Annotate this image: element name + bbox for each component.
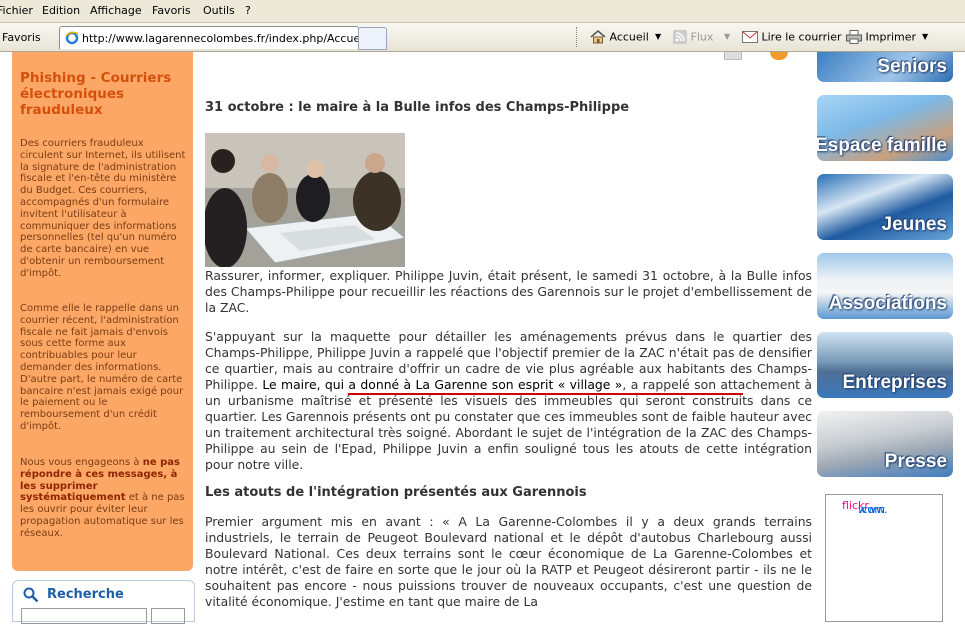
lire-courrier-label: Lire le courrier: [761, 30, 842, 44]
article-paragraph-2: S'appuyant sur la maquette pour détaille…: [205, 329, 812, 473]
nav-espace-famille[interactable]: Espace famille: [817, 95, 953, 161]
article-paragraph-1: Rassurer, informer, expliquer. Philippe …: [205, 268, 812, 315]
article-subtitle: Les atouts de l'intégration présentés au…: [205, 485, 587, 500]
flux-button[interactable]: Flux: [673, 30, 713, 44]
home-icon: [590, 30, 606, 44]
mail-icon: [742, 31, 758, 43]
nav-associations[interactable]: Associations: [817, 253, 953, 319]
sidebar-paragraph-2: Comme elle le rappelle dans un courrier …: [20, 303, 184, 432]
nav-entreprises-label: Entreprises: [842, 372, 947, 393]
search-panel: Recherche: [12, 580, 195, 624]
sidebar-paragraph-1: Des courriers frauduleux circulent sur I…: [20, 138, 186, 279]
menu-help[interactable]: ?: [245, 4, 251, 17]
printer-icon: [846, 30, 862, 44]
search-button[interactable]: [151, 608, 185, 624]
article-paragraph-3: Premier argument mis en avant : « A La G…: [205, 514, 812, 609]
nav-jeunes-label: Jeunes: [881, 214, 947, 235]
sidebar-title[interactable]: Phishing - Courriers électroniques fraud…: [20, 70, 188, 118]
favoris-button[interactable]: Favoris: [2, 31, 41, 44]
browser-toolbar: Favoris http://www.lagarennecolombes.fr/…: [0, 23, 965, 52]
nav-espace-famille-label: Espace famille: [817, 135, 947, 156]
toolbar-separator: [576, 27, 578, 47]
search-input[interactable]: [21, 608, 147, 624]
nav-presse[interactable]: Presse: [817, 411, 953, 477]
tab-url: http://www.lagarennecolombes.fr/index.ph…: [82, 32, 383, 45]
nav-associations-label: Associations: [828, 293, 947, 314]
accueil-dropdown-icon[interactable]: ▼: [655, 32, 661, 41]
ie-icon: [65, 31, 79, 45]
imprimer-button[interactable]: Imprimer: [846, 30, 916, 44]
menu-affichage[interactable]: Affichage: [90, 4, 142, 17]
decorative-tab: [724, 52, 742, 60]
flux-dropdown-icon[interactable]: ▼: [724, 32, 730, 41]
menu-favoris[interactable]: Favoris: [152, 4, 191, 17]
sidebar-paragraph-3: Nous vous engageons à ne pas répondre à …: [20, 457, 188, 540]
flux-label: Flux: [690, 30, 714, 44]
accueil-label: Accueil: [609, 30, 649, 44]
menu-fichier[interactable]: Fichier: [0, 4, 33, 17]
article-title: 31 octobre : le maire à la Bulle infos d…: [205, 100, 630, 115]
nav-jeunes[interactable]: Jeunes: [817, 174, 953, 240]
article-p2-highlight: Le maire, qui a donné à La Garenne son e…: [262, 377, 623, 392]
flickr-c: .com: [858, 503, 885, 516]
nav-seniors-label: Seniors: [877, 56, 947, 77]
search-icon: [23, 587, 39, 603]
menu-outils[interactable]: Outils: [203, 4, 235, 17]
flickr-widget[interactable]: www. flickr .com: [825, 494, 943, 622]
photo-illustration: [205, 133, 405, 267]
nav-entreprises[interactable]: Entreprises: [817, 332, 953, 398]
sidebar-p3-a: Nous vous engageons à: [20, 457, 143, 468]
new-tab-button[interactable]: [358, 27, 387, 50]
imprimer-dropdown-icon[interactable]: ▼: [922, 32, 928, 41]
nav-presse-label: Presse: [884, 451, 947, 472]
search-label: Recherche: [47, 587, 124, 602]
accueil-button[interactable]: Accueil: [590, 30, 649, 44]
browser-tab[interactable]: http://www.lagarennecolombes.fr/index.ph…: [59, 26, 383, 49]
lire-courrier-button[interactable]: Lire le courrier: [742, 30, 842, 44]
menu-edition[interactable]: Edition: [42, 4, 80, 17]
article-photo: [205, 133, 405, 267]
red-underline-annotation: [348, 393, 743, 395]
flickr-logo: www. flickr .com: [842, 499, 887, 516]
rss-icon: [673, 30, 687, 44]
imprimer-label: Imprimer: [865, 30, 917, 44]
menu-bar: Fichier Edition Affichage Favoris Outils…: [0, 0, 965, 23]
nav-seniors[interactable]: Seniors: [817, 52, 953, 82]
